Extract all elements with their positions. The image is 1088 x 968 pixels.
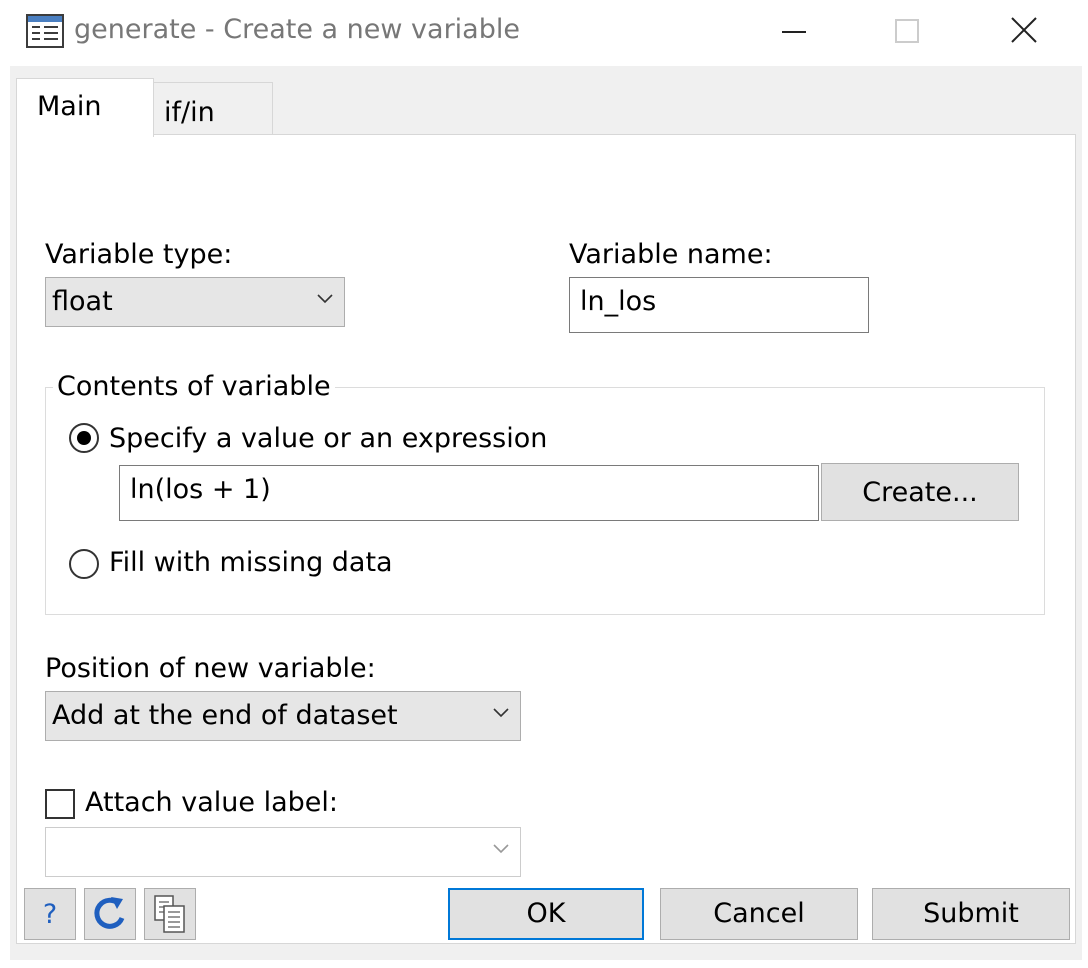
- missing-data-option-label[interactable]: Fill with missing data: [109, 547, 393, 578]
- variable-name-input[interactable]: ln_los: [569, 277, 869, 333]
- close-button[interactable]: [996, 10, 1052, 54]
- maximize-button[interactable]: [880, 10, 936, 54]
- help-button[interactable]: ?: [24, 888, 76, 940]
- variable-name-value: ln_los: [580, 286, 657, 317]
- variable-type-label: Variable type:: [45, 239, 233, 270]
- variable-type-select[interactable]: float: [45, 277, 345, 327]
- chevron-down-icon: [493, 708, 509, 718]
- copy-command-icon: [154, 895, 185, 933]
- main-tab-panel: Variable type: float Variable name: ln_l…: [16, 134, 1076, 944]
- position-label: Position of new variable:: [45, 653, 376, 684]
- expression-input[interactable]: ln(los + 1): [119, 465, 819, 521]
- minimize-icon: [782, 31, 806, 33]
- submit-button-label: Submit: [923, 898, 1019, 929]
- ok-button[interactable]: OK: [448, 888, 644, 940]
- create-expression-button[interactable]: Create...: [821, 463, 1019, 521]
- cancel-button[interactable]: Cancel: [660, 888, 858, 940]
- title-bar: generate - Create a new variable: [0, 0, 1088, 66]
- position-select[interactable]: Add at the end of dataset: [45, 691, 521, 741]
- variable-type-value: float: [52, 286, 113, 317]
- reset-button[interactable]: [84, 888, 136, 940]
- ok-button-label: OK: [526, 898, 566, 929]
- chevron-down-icon: [493, 844, 509, 854]
- refresh-icon: [94, 897, 125, 929]
- radio-selected-dot: [77, 431, 91, 445]
- variable-name-label: Variable name:: [569, 239, 773, 270]
- position-value: Add at the end of dataset: [52, 700, 398, 731]
- expression-value: ln(los + 1): [130, 474, 271, 505]
- tab-if-in-label: if/in: [164, 97, 215, 128]
- expression-option-label[interactable]: Specify a value or an expression: [109, 423, 547, 454]
- help-icon: ?: [42, 899, 58, 930]
- tab-main-label: Main: [37, 91, 102, 122]
- value-label-select[interactable]: [45, 827, 521, 877]
- tab-if-in[interactable]: if/in: [152, 82, 273, 135]
- tab-main[interactable]: Main: [16, 78, 154, 137]
- attach-value-label-checkbox[interactable]: [45, 789, 75, 819]
- maximize-icon: [895, 19, 919, 43]
- missing-data-radio[interactable]: [69, 549, 99, 579]
- chevron-down-icon: [317, 294, 333, 304]
- copy-command-button[interactable]: [144, 888, 196, 940]
- dialog-app-icon: [26, 14, 64, 48]
- submit-button[interactable]: Submit: [872, 888, 1070, 940]
- attach-value-label-text[interactable]: Attach value label:: [85, 787, 338, 818]
- contents-group-title: Contents of variable: [53, 371, 335, 402]
- minimize-button[interactable]: [766, 10, 822, 54]
- cancel-button-label: Cancel: [713, 898, 805, 929]
- dialog-body: Main if/in Variable type: float Variable…: [10, 66, 1082, 960]
- window-title: generate - Create a new variable: [74, 14, 520, 45]
- create-button-label: Create...: [862, 477, 978, 508]
- expression-radio[interactable]: [69, 423, 99, 453]
- close-icon: [1011, 17, 1037, 43]
